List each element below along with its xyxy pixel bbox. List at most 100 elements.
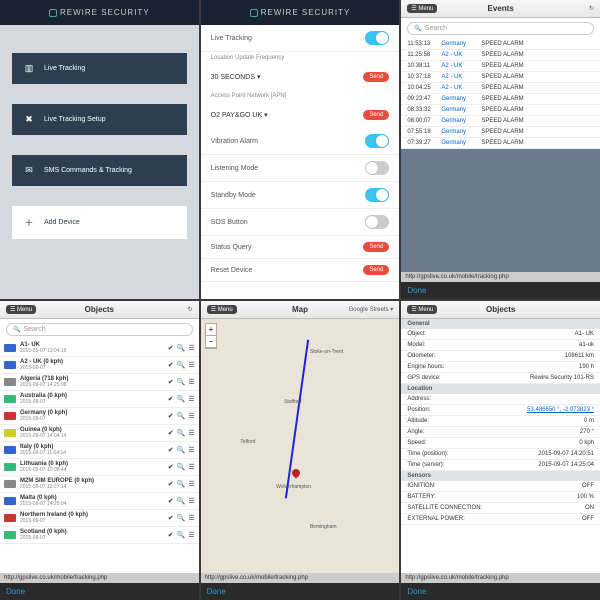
done-button[interactable]: Done (6, 587, 25, 596)
zoom-in-button[interactable]: + (206, 324, 217, 336)
check-icon: ✔ (168, 361, 174, 369)
event-row[interactable]: 10:37:18A2 - UKSPEED ALARM (401, 72, 600, 83)
done-button[interactable]: Done (407, 587, 426, 596)
screen-events: ☰ MenuEvents↻ Search 11:53:13GermanySPEE… (401, 0, 600, 299)
live-tracking-toggle[interactable] (365, 31, 389, 45)
live-tracking-button[interactable]: ▥Live Tracking (12, 53, 187, 84)
search-icon[interactable]: 🔍 (177, 531, 186, 539)
object-row[interactable]: A2 - UK (0 kph)2015-09-07✔🔍☰ (0, 357, 199, 374)
map-canvas[interactable]: +− Stoke-on-Trent Stafford Telford Wolve… (201, 319, 400, 573)
check-icon: ✔ (168, 378, 174, 386)
reset-send-button[interactable]: Send (363, 265, 389, 275)
more-icon[interactable]: ☰ (188, 344, 194, 352)
check-icon: ✔ (168, 497, 174, 505)
object-row[interactable]: Scotland (0 kph)2015-09-07✔🔍☰ (0, 527, 199, 544)
done-button[interactable]: Done (407, 286, 426, 295)
detail-row: BATTERY:100 % (401, 492, 600, 503)
event-row[interactable]: 11:25:58A2 - UKSPEED ALARM (401, 50, 600, 61)
standby-toggle[interactable] (365, 188, 389, 202)
more-icon[interactable]: ☰ (188, 531, 194, 539)
search-icon[interactable]: 🔍 (177, 412, 186, 420)
more-icon[interactable]: ☰ (188, 497, 194, 505)
done-button[interactable]: Done (207, 587, 226, 596)
search-input[interactable]: Search (407, 22, 594, 35)
map-label: Wolverhampton (276, 484, 311, 490)
object-row[interactable]: Malta (0 kph)2015-09-07 14:25:04✔🔍☰ (0, 493, 199, 510)
event-row[interactable]: 07:39:27GermanySPEED ALARM (401, 138, 600, 149)
brand-header: REWIRE SECURITY (0, 0, 199, 25)
sos-toggle[interactable] (365, 215, 389, 229)
object-row[interactable]: Lithuania (0 kph)2015-09-07 13:08:44✔🔍☰ (0, 459, 199, 476)
search-icon[interactable]: 🔍 (177, 378, 186, 386)
event-row[interactable]: 10:04:25A2 - UKSPEED ALARM (401, 83, 600, 94)
more-icon[interactable]: ☰ (188, 446, 194, 454)
detail-row: Speed:0 kph (401, 438, 600, 449)
object-row[interactable]: A1- UK2015-09-07 13:04:19✔🔍☰ (0, 340, 199, 357)
event-row[interactable]: 09:23:47GermanySPEED ALARM (401, 94, 600, 105)
search-icon[interactable]: 🔍 (177, 480, 186, 488)
detail-row: Altitude:0 m (401, 416, 600, 427)
more-icon[interactable]: ☰ (188, 480, 194, 488)
more-icon[interactable]: ☰ (188, 378, 194, 386)
event-row[interactable]: 10:38:11A2 - UKSPEED ALARM (401, 61, 600, 72)
more-icon[interactable]: ☰ (188, 412, 194, 420)
detail-row: Model:a1-uk (401, 340, 600, 351)
object-row[interactable]: Northern Ireland (0 kph)2015-09-07✔🔍☰ (0, 510, 199, 527)
event-row[interactable]: 07:55:18GermanySPEED ALARM (401, 127, 600, 138)
object-row[interactable]: M2M SIM EUROPE (0 kph)2015-09-07 13:27:1… (0, 476, 199, 493)
check-icon: ✔ (168, 429, 174, 437)
object-row[interactable]: Australia (0 kph)2015-09-07✔🔍☰ (0, 391, 199, 408)
search-icon[interactable]: 🔍 (177, 446, 186, 454)
search-icon[interactable]: 🔍 (177, 514, 186, 522)
frequency-select[interactable]: 30 SECONDS ▾ (211, 73, 261, 81)
vehicle-icon (4, 514, 16, 522)
screen-settings: REWIRE SECURITY Live Tracking Location U… (201, 0, 400, 299)
live-tracking-setup-button[interactable]: ✖Live Tracking Setup (12, 104, 187, 135)
search-icon[interactable]: 🔍 (177, 395, 186, 403)
section-sensors: Sensors (401, 471, 600, 481)
vibration-toggle[interactable] (365, 134, 389, 148)
object-row[interactable]: Guinea (0 kph)2015-09-07 14:04:14✔🔍☰ (0, 425, 199, 442)
object-row[interactable]: Algeria (718 kph)2015-09-07 14:25:08✔🔍☰ (0, 374, 199, 391)
search-icon[interactable]: 🔍 (177, 361, 186, 369)
vehicle-icon (4, 378, 16, 386)
object-row[interactable]: Italy (0 kph)2015-09-07 11:04:14✔🔍☰ (0, 442, 199, 459)
event-row[interactable]: 08:00:07GermanySPEED ALARM (401, 116, 600, 127)
apn-send-button[interactable]: Send (363, 110, 389, 120)
position-link[interactable]: 53.486650 °, -2.073823 ° (527, 407, 594, 413)
event-row[interactable]: 08:33:32GermanySPEED ALARM (401, 105, 600, 116)
vehicle-icon (4, 395, 16, 403)
more-icon[interactable]: ☰ (188, 429, 194, 437)
search-icon[interactable]: 🔍 (177, 344, 186, 352)
sms-commands-button[interactable]: ✉SMS Commands & Tracking (12, 155, 187, 186)
status-send-button[interactable]: Send (363, 242, 389, 252)
object-row[interactable]: Germany (0 kph)2015-09-07✔🔍☰ (0, 408, 199, 425)
more-icon[interactable]: ☰ (188, 361, 194, 369)
more-icon[interactable]: ☰ (188, 463, 194, 471)
screen-home: REWIRE SECURITY ▥Live Tracking ✖Live Tra… (0, 0, 199, 299)
map-label: Birmingham (310, 524, 337, 530)
frequency-send-button[interactable]: Send (363, 72, 389, 82)
more-icon[interactable]: ☰ (188, 395, 194, 403)
zoom-out-button[interactable]: − (206, 336, 217, 348)
check-icon: ✔ (168, 446, 174, 454)
zoom-controls[interactable]: +− (205, 323, 218, 349)
search-input[interactable]: Search (6, 323, 193, 336)
apn-select[interactable]: O2 PAY&GO UK ▾ (211, 111, 268, 119)
search-icon[interactable]: 🔍 (177, 429, 186, 437)
event-row[interactable]: 11:53:13GermanySPEED ALARM (401, 39, 600, 50)
more-icon[interactable]: ☰ (188, 514, 194, 522)
search-icon[interactable]: 🔍 (177, 497, 186, 505)
detail-row: GPS device:Rewire Security 101-RS (401, 373, 600, 384)
url-bar: http://gpslive.co.uk/mobile/tracking.php (201, 573, 400, 583)
vehicle-icon (4, 344, 16, 352)
listening-toggle[interactable] (365, 161, 389, 175)
map-pin-icon[interactable] (290, 467, 301, 478)
brand-logo-icon (250, 9, 258, 17)
detail-row: EXTERNAL POWER:OFF (401, 514, 600, 525)
add-device-button[interactable]: ＋Add Device (12, 206, 187, 239)
detail-row: Engine hours:190 h (401, 362, 600, 373)
wrench-icon: ✖ (22, 114, 36, 125)
search-icon[interactable]: 🔍 (177, 463, 186, 471)
plus-icon: ＋ (22, 216, 36, 229)
